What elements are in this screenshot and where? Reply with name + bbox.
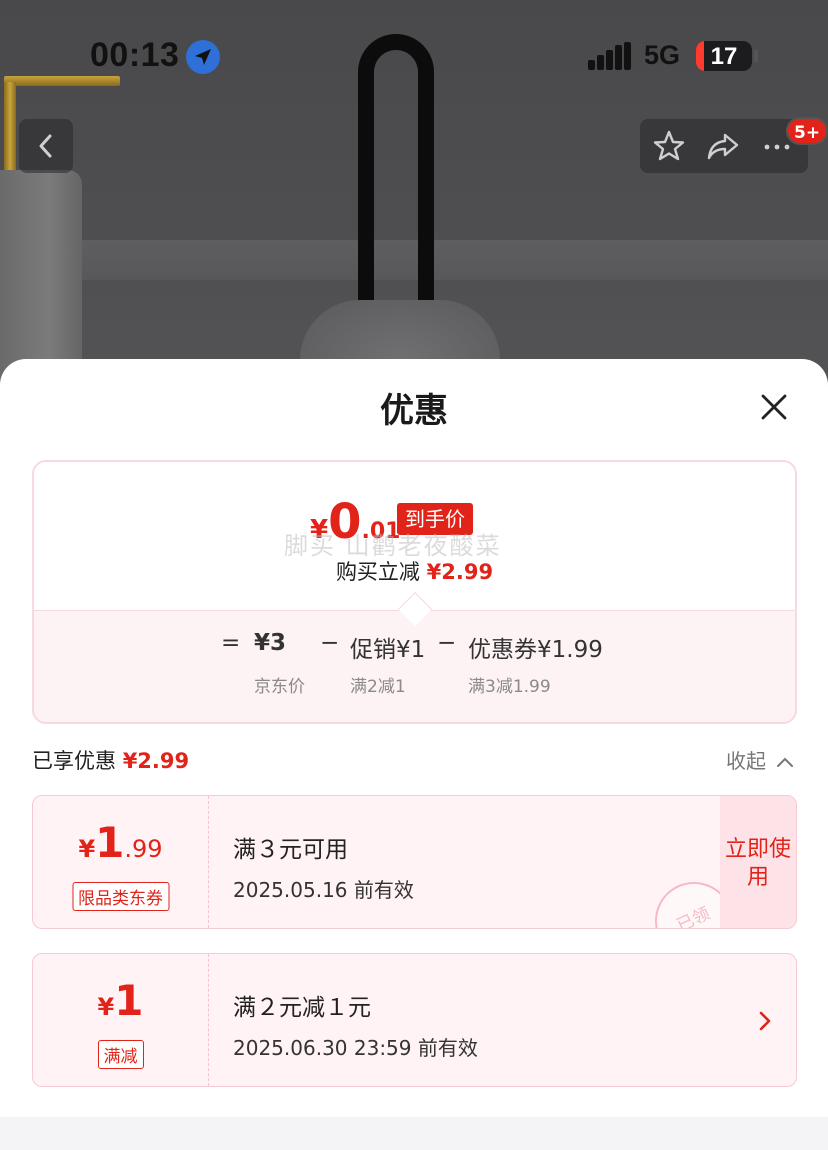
battery-level: 17 [710,43,738,70]
sheet-title: 优惠 [380,391,448,431]
coupon-amount: ¥1 [97,976,144,1025]
note-promo: 满2减1 [350,677,406,697]
chevron-left-icon [39,134,52,158]
coupon-expiry: 2025.05.16 前有效 [233,878,414,902]
enjoyed-discount: 已享优惠 ¥2.99 [32,749,190,773]
coupon-amount-area: ¥1.99 限品类东券 [33,796,209,928]
chevron-right-icon[interactable] [757,1010,773,1032]
discount-sheet: 优惠 ¥0.01 到手价 脚买 山鹳老夜酸菜 购买立减 ¥2.99 = ¥3 −… [0,359,828,1150]
summary-breakdown [34,610,795,722]
coupon-condition: 满３元可用 [233,837,348,863]
price-summary-card: ¥0.01 到手价 脚买 山鹳老夜酸菜 购买立减 ¥2.99 = ¥3 − 促销… [32,460,797,724]
status-bar: 00:13 5G 17 [0,0,828,110]
location-arrow-icon [186,40,220,74]
battery-icon: 17 [696,41,752,71]
collapse-button[interactable]: 收起 [726,745,794,774]
network-type: 5G [644,40,681,70]
close-icon[interactable] [756,389,792,425]
cellular-signal-icon [588,42,632,70]
battery-cap [754,50,758,62]
coupon-card[interactable]: ¥1.99 限品类东券 满３元可用 2025.05.16 前有效 已领 立即使用 [32,795,797,929]
formula-coupon: 优惠券¥1.99 [468,637,603,663]
share-icon[interactable] [706,129,740,163]
coupon-expiry: 2025.06.30 23:59 前有效 [233,1036,478,1060]
chevron-up-icon [777,757,794,767]
coupon-card[interactable]: ¥1 满减 满２元减１元 2025.06.30 23:59 前有效 [32,953,797,1087]
top-action-group [640,119,808,173]
footer-strip [0,1117,828,1150]
formula-equals: = [221,630,241,656]
coupon-type-tag: 满减 [97,1040,144,1069]
instant-discount-line: 购买立减 ¥2.99 [335,560,494,584]
note-coupon: 满3减1.99 [468,677,551,697]
coupon-condition: 满２元减１元 [233,995,371,1021]
formula-minus-2: − [437,630,457,656]
formula-minus-1: − [320,630,340,656]
formula-jd-price: ¥3 [254,630,287,656]
note-jd-price: 京东价 [254,677,305,697]
formula-promo: 促销¥1 [350,637,426,663]
status-time: 00:13 [90,36,180,74]
coupon-amount: ¥1.99 [78,818,163,867]
back-button[interactable] [19,119,73,173]
message-badge: 5+ [786,117,828,145]
use-now-button[interactable]: 立即使用 [720,796,796,928]
favorite-star-icon[interactable] [652,129,686,163]
coupon-type-tag: 限品类东券 [72,882,169,911]
coupon-amount-area: ¥1 满减 [33,954,209,1086]
